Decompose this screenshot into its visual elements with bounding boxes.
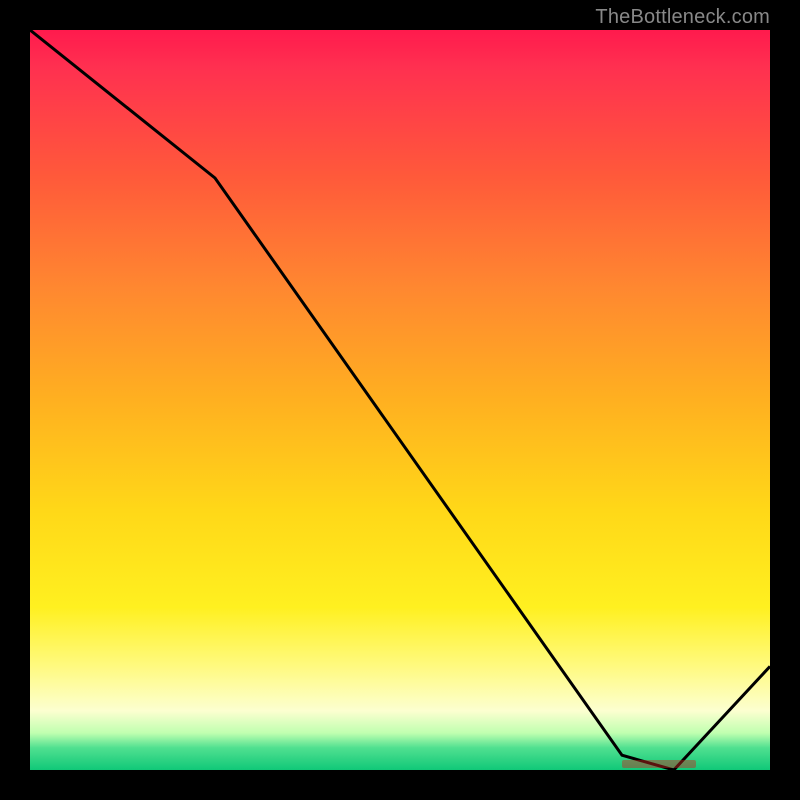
- chart-plot-area: [30, 30, 770, 770]
- optimal-range-marker: [622, 760, 696, 768]
- bottleneck-curve: [30, 30, 770, 770]
- watermark-text: TheBottleneck.com: [595, 6, 770, 29]
- curve-path: [30, 30, 770, 770]
